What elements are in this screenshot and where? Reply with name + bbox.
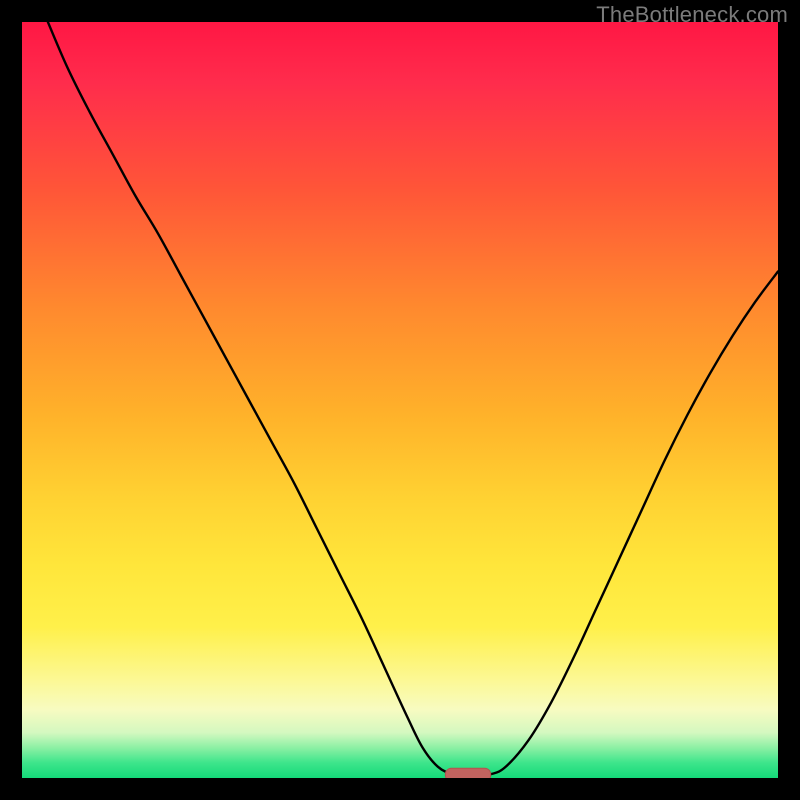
plot-area	[22, 22, 778, 778]
watermark-text: TheBottleneck.com	[596, 2, 788, 28]
chart-frame: TheBottleneck.com	[0, 0, 800, 800]
optimal-range-marker	[22, 22, 778, 778]
